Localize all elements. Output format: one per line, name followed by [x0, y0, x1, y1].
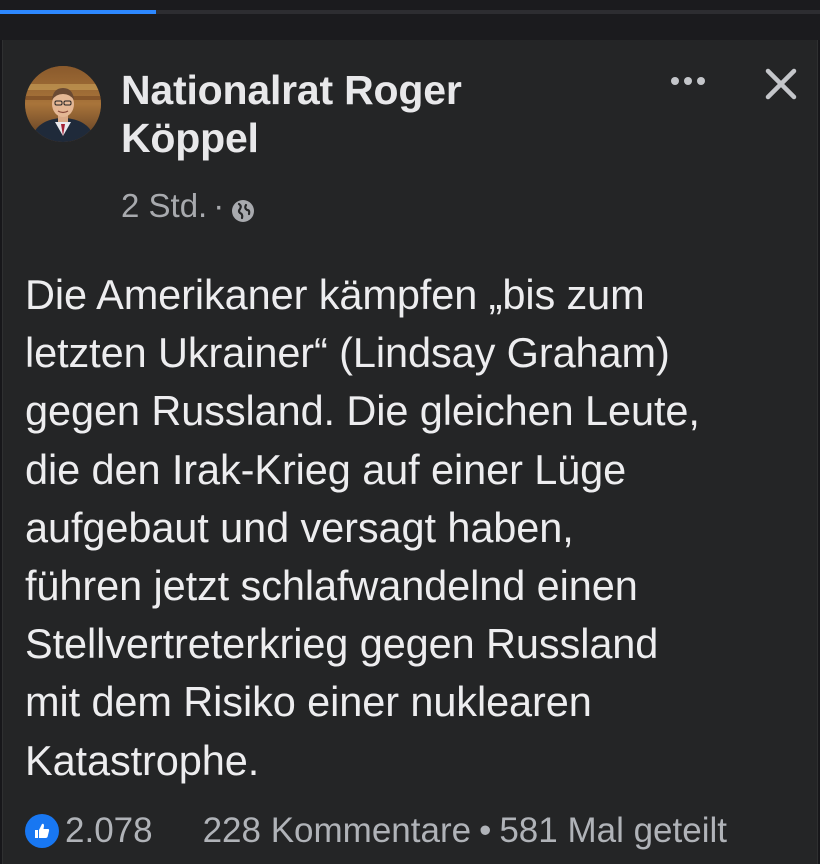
close-button[interactable] [759, 62, 803, 106]
shares-count[interactable]: 581 Mal geteilt [499, 811, 727, 851]
more-options-icon [671, 77, 705, 85]
top-bar [0, 0, 820, 40]
reactions-count[interactable]: 2.078 [65, 811, 153, 851]
meta-separator: · [213, 187, 225, 224]
progress-bar [0, 10, 156, 14]
globe-icon [230, 193, 256, 222]
footer-separator: • [479, 811, 492, 850]
avatar[interactable] [25, 66, 101, 142]
close-icon [765, 68, 797, 100]
post-card: Nationalrat Roger Köppel 2 Std. · Die Am… [2, 40, 818, 864]
progress-track [0, 10, 820, 14]
comments-count[interactable]: 228 Kommentare [203, 811, 471, 851]
post-meta: 2 Std. · [121, 186, 256, 226]
post-text: Die Amerikaner kämpfen „bis zum letzten … [25, 271, 700, 784]
author-name[interactable]: Nationalrat Roger Köppel [121, 66, 541, 162]
more-options-button[interactable] [663, 66, 713, 96]
like-icon [25, 814, 59, 848]
post-footer: 2.078 228 Kommentare • 581 Mal geteilt [25, 808, 815, 854]
post-timestamp[interactable]: 2 Std. [121, 186, 207, 226]
